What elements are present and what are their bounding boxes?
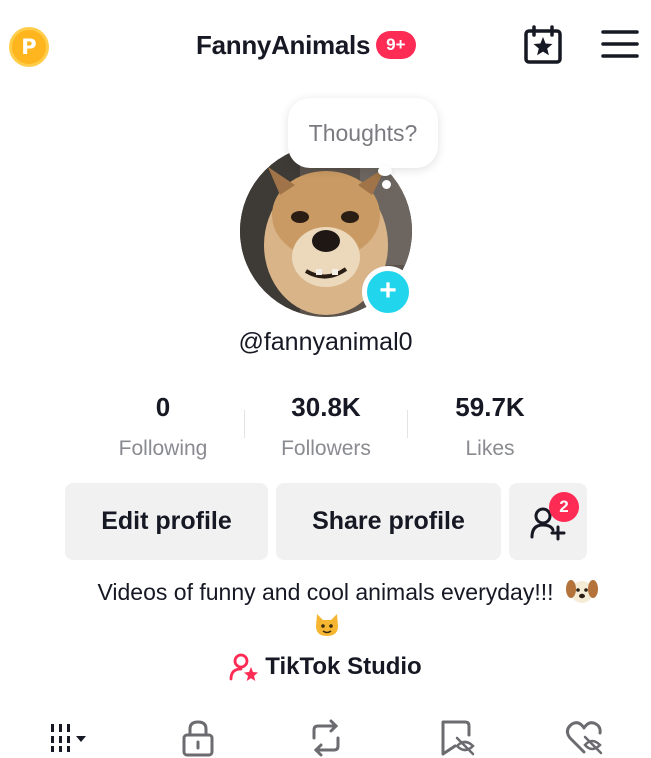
followers-stat[interactable]: 30.8K Followers bbox=[241, 392, 411, 461]
dog-face-emoji bbox=[566, 580, 598, 603]
videos-grid-tab[interactable] bbox=[48, 718, 88, 758]
hamburger-menu-icon[interactable] bbox=[601, 26, 639, 62]
edit-profile-button[interactable]: Edit profile bbox=[65, 483, 268, 560]
favorites-tab[interactable] bbox=[437, 718, 477, 758]
tiktok-studio-link[interactable]: TikTok Studio bbox=[0, 652, 651, 682]
thoughts-bubble[interactable]: Thoughts? bbox=[288, 98, 438, 168]
thoughts-label: Thoughts? bbox=[308, 119, 418, 146]
coin-label: P bbox=[21, 35, 37, 59]
share-profile-button[interactable]: Share profile bbox=[276, 483, 501, 560]
notification-badge: 9+ bbox=[376, 31, 416, 59]
likes-label: Likes bbox=[465, 437, 515, 460]
liked-tab[interactable] bbox=[564, 718, 604, 758]
calendar-star-icon[interactable] bbox=[523, 25, 563, 65]
studio-user-star-icon bbox=[229, 653, 259, 681]
following-label: Following bbox=[118, 437, 208, 460]
likes-stat[interactable]: 59.7K Likes bbox=[405, 392, 575, 461]
add-friend-button[interactable] bbox=[509, 483, 587, 560]
cat-face-emoji bbox=[316, 614, 338, 636]
account-switcher[interactable]: FannyAnimals 9+ bbox=[196, 27, 416, 63]
plus-icon: + bbox=[379, 274, 397, 307]
followers-count: 30.8K bbox=[291, 392, 361, 422]
bubble-dot bbox=[382, 180, 391, 189]
followers-label: Followers bbox=[281, 437, 371, 460]
following-count: 0 bbox=[155, 392, 171, 422]
profile-header: P FannyAnimals 9+ bbox=[0, 0, 651, 90]
add-avatar-button[interactable]: + bbox=[362, 266, 414, 318]
studio-label: TikTok Studio bbox=[265, 653, 422, 680]
coin-icon[interactable]: P bbox=[9, 27, 49, 67]
reposts-tab[interactable] bbox=[306, 718, 346, 758]
private-lock-tab[interactable] bbox=[178, 718, 218, 758]
bio-text: Videos of funny and cool animals everyda… bbox=[97, 579, 554, 605]
friend-request-badge: 2 bbox=[549, 492, 579, 522]
profile-title: FannyAnimals bbox=[196, 29, 371, 60]
username: @fannyanimal0 bbox=[238, 328, 413, 356]
following-stat[interactable]: 0 Following bbox=[78, 392, 248, 461]
bubble-tail bbox=[378, 166, 392, 176]
likes-count: 59.7K bbox=[455, 392, 525, 422]
